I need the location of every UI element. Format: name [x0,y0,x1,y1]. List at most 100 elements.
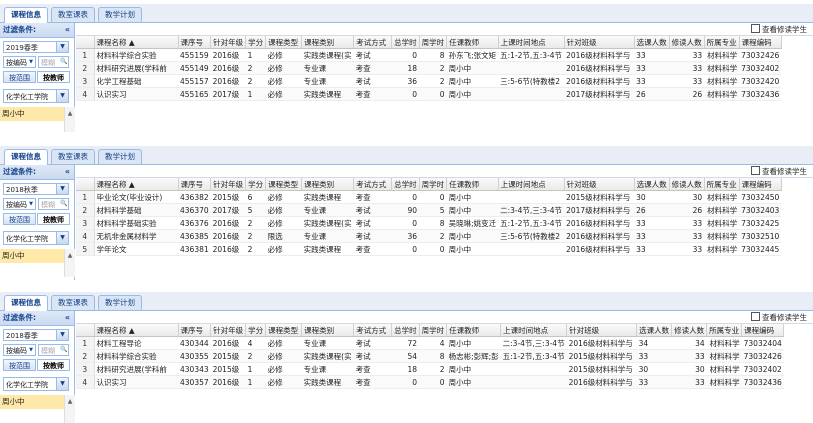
by-teacher-button[interactable]: 按教师 [37,213,70,225]
column-header[interactable]: 总学时 [391,324,420,337]
column-header[interactable]: 课程编码 [741,324,785,337]
checkbox-box[interactable] [751,24,760,33]
column-header[interactable]: 学分 [245,324,267,337]
table-row[interactable]: 5 学年论文 436381 2016级 2 必修 实践类课程 考查 0 0 周小中 2016级材料科学… [76,242,782,256]
tab-course-info[interactable]: 课程信息 [4,295,48,311]
table-row[interactable]: 2 材料科学综合实验 430355 2015级 2 必修 实践类课程(实 考试 54 8 杨志彬;彭… [76,349,784,363]
column-header[interactable]: 考试方式 [353,178,393,191]
column-header[interactable]: 课程编码 [739,178,782,191]
column-header[interactable]: 课序号 [178,36,212,49]
tab-teaching-plan[interactable]: 教学计划 [98,149,142,164]
search-input[interactable]: 模糊 🔍 [38,344,69,356]
column-header[interactable]: 上课时间地点 [500,324,568,337]
search-input[interactable]: 模糊 🔍 [38,198,69,210]
table-row[interactable]: 3 化学工程基础 455157 2016级 2 必修 专业课 考试 36 2 周小中 三:5-6节(特… [76,74,782,88]
term-select[interactable]: 2018春季 ▼ [3,329,69,341]
column-header[interactable]: 针对班级 [564,36,635,49]
chevron-down-icon[interactable]: ▼ [56,330,68,340]
column-header[interactable]: 课序号 [178,324,212,337]
by-scope-button[interactable]: 按范围 [3,213,36,225]
table-row[interactable]: 2 材料研究进展(学科前 455149 2016级 2 必修 专业课 考查 18 2 周小中 2016… [76,61,782,75]
column-header[interactable]: 针对年级 [210,324,247,337]
column-header[interactable]: 针对年级 [210,178,247,191]
table-row[interactable]: 4 认识实习 430357 2016级 1 必修 实践类课程 考查 0 0 周小中 2016级材料科学… [76,375,784,389]
checkbox-box[interactable] [751,166,760,175]
table-row[interactable]: 1 毕业论文(毕业设计) 436382 2015级 6 必修 实践类课程 考查 0 0 周小中 201… [76,190,782,204]
column-header[interactable]: 课程类型 [265,324,303,337]
chevron-down-icon[interactable]: ▼ [27,345,35,355]
column-header[interactable]: 课程类型 [265,36,303,49]
column-header[interactable]: 考试方式 [353,324,393,337]
column-header[interactable]: 课程编码 [739,36,782,49]
column-header[interactable]: 考试方式 [353,36,393,49]
column-header[interactable]: 任课教师 [446,324,502,337]
tab-classroom-schedule[interactable]: 教室课表 [51,149,95,164]
column-header[interactable]: 任课教师 [446,178,499,191]
column-header[interactable]: 总学时 [391,178,420,191]
column-header[interactable]: 任课教师 [446,36,499,49]
column-header[interactable]: 周学时 [419,36,448,49]
column-header[interactable]: 针对班级 [566,324,638,337]
view-students-checkbox[interactable]: 查看修读学生 [751,24,807,36]
table-row[interactable]: 2 材料科学基础 436370 2017级 5 必修 专业课 考试 90 5 周小中 二:3-4节,三… [76,203,782,217]
by-code-select[interactable]: 按编码 ▼ [3,344,36,356]
column-header[interactable]: 课程类别 [301,324,355,337]
chevron-down-icon[interactable]: ▼ [56,232,68,244]
search-icon[interactable]: 🔍 [60,199,68,209]
table-row[interactable]: 3 材料科学基础实验 436376 2016级 2 必修 实践类课程(实 考试 0 8 吴晓琳;姚变… [76,216,782,230]
collapse-icon[interactable]: « [65,311,70,325]
by-code-select[interactable]: 按编码 ▼ [3,56,36,68]
college-select[interactable]: 化学化工学院 ▼ [3,231,69,245]
chevron-down-icon[interactable]: ▼ [56,90,68,102]
column-header[interactable]: 所属专业 [706,324,743,337]
collapse-icon[interactable]: « [65,23,70,37]
column-header[interactable]: 修读人数 [669,36,705,49]
column-header[interactable]: 所属专业 [704,178,740,191]
checkbox-box[interactable] [751,312,760,321]
column-header[interactable]: 课序号 [178,178,212,191]
scrollbar[interactable]: ▲ [64,249,75,277]
scrollbar[interactable]: ▲ [64,107,75,132]
chevron-down-icon[interactable]: ▼ [27,57,35,67]
by-code-select[interactable]: 按编码 ▼ [3,198,36,210]
column-header[interactable]: 学分 [245,36,267,49]
column-header[interactable]: 学分 [245,178,267,191]
search-icon[interactable]: 🔍 [60,57,68,67]
column-header[interactable]: 周学时 [419,324,448,337]
column-header[interactable]: 上课时间地点 [498,36,565,49]
term-select[interactable]: 2018秋季 ▼ [3,183,69,195]
tab-course-info[interactable]: 课程信息 [4,7,48,23]
tab-course-info[interactable]: 课程信息 [4,149,48,165]
column-header[interactable]: 选课人数 [634,36,670,49]
chevron-down-icon[interactable]: ▼ [56,42,68,52]
chevron-down-icon[interactable]: ▼ [56,378,68,390]
tab-teaching-plan[interactable]: 教学计划 [98,295,142,310]
column-header[interactable]: 针对年级 [210,36,247,49]
column-header[interactable]: 课程类别 [301,178,355,191]
column-header[interactable]: 课程类型 [265,178,303,191]
table-row[interactable]: 3 材料研究进展(学科前 430343 2015级 1 必修 专业课 考查 18 2 周小中 2015… [76,362,784,376]
column-header[interactable]: 选课人数 [634,178,670,191]
view-students-checkbox[interactable]: 查看修读学生 [751,166,807,178]
table-row[interactable]: 1 材料科学综合实验 455159 2016级 1 必修 实践类课程(实 考试 0 8 孙东飞;张文… [76,48,782,62]
tab-teaching-plan[interactable]: 教学计划 [98,7,142,22]
view-students-checkbox[interactable]: 查看修读学生 [751,312,807,324]
by-scope-button[interactable]: 按范围 [3,71,36,83]
column-header[interactable]: 课程名称 ▲ [94,178,179,191]
column-header[interactable]: 总学时 [391,36,420,49]
column-header[interactable]: 选课人数 [636,324,673,337]
scrollbar[interactable]: ▲ [64,395,75,423]
search-icon[interactable]: 🔍 [60,345,68,355]
column-header[interactable]: 周学时 [419,178,448,191]
teacher-list-item[interactable]: 周小中 ▲ [0,249,75,277]
chevron-down-icon[interactable]: ▼ [56,184,68,194]
college-select[interactable]: 化学化工学院 ▼ [3,377,69,391]
collapse-icon[interactable]: « [65,165,70,179]
teacher-list-item[interactable]: 周小中 ▲ [0,107,75,132]
by-teacher-button[interactable]: 按教师 [37,359,70,371]
column-header[interactable]: 针对班级 [564,178,635,191]
college-select[interactable]: 化学化工学院 ▼ [3,89,69,103]
teacher-list-item[interactable]: 周小中 ▲ [0,395,75,423]
table-row[interactable]: 1 材料工程导论 430344 2016级 4 必修 专业课 考试 72 4 周小中 二:3-4节,三… [76,336,784,350]
column-header[interactable]: 修读人数 [671,324,708,337]
